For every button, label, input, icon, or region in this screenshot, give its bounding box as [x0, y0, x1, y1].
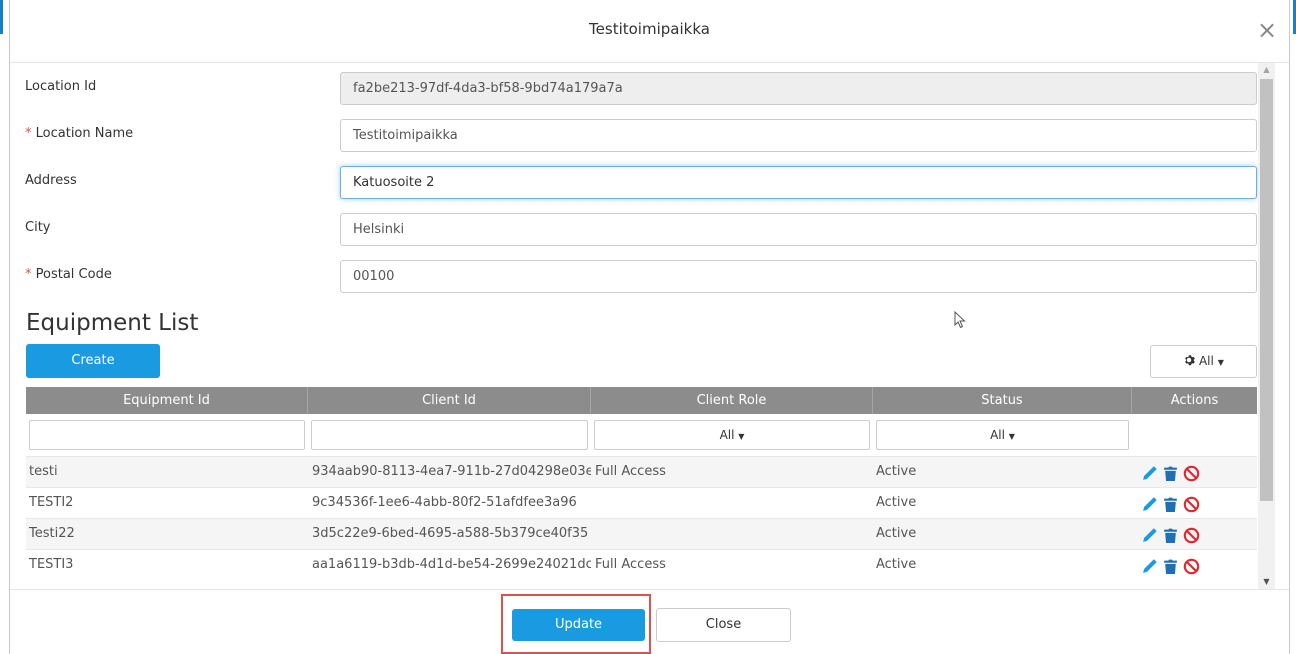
location-name-row: * Location Name Testitoimipaikka	[25, 119, 1257, 153]
table-body: testi 934aab90-8113-4ea7-911b-27d04298e03…	[26, 456, 1257, 580]
create-button[interactable]: Create	[26, 344, 160, 378]
required-mark: *	[25, 267, 32, 282]
client-id-cell: 3d5c22e9-6bed-4695-a588-5b379ce40f35	[312, 526, 589, 541]
client-id-filter[interactable]	[311, 420, 588, 450]
city-label: City	[25, 220, 51, 235]
trash-icon[interactable]	[1162, 495, 1179, 512]
gear-icon	[1185, 355, 1195, 366]
column-header-status[interactable]: Status	[873, 387, 1132, 414]
ban-icon[interactable]	[1183, 526, 1200, 543]
column-header-actions: Actions	[1170, 393, 1219, 408]
table-header: Equipment Id Client Id Client Role Statu…	[26, 387, 1257, 414]
equipment-id-cell: Testi22	[29, 526, 75, 541]
client-role-cell: Full Access	[595, 464, 666, 479]
chevron-down-icon: ▼	[1217, 358, 1224, 367]
postal-code-field[interactable]: 00100	[340, 260, 1257, 293]
pencil-icon[interactable]	[1141, 495, 1158, 512]
postal-code-label: * Postal Code	[25, 267, 112, 282]
status-cell: Active	[876, 526, 917, 541]
equipment-list-title: Equipment List	[26, 310, 199, 336]
columns-toggle-button[interactable]: All ▼	[1150, 345, 1257, 378]
table-row[interactable]: Testi22 3d5c22e9-6bed-4695-a588-5b379ce40…	[26, 518, 1257, 549]
client-id-cell: 9c34536f-1ee6-4abb-80f2-51afdfee3a96	[312, 495, 577, 510]
modal-title: Testitoimipaikka	[589, 20, 710, 38]
city-field[interactable]: Helsinki	[340, 213, 1257, 246]
client-id-cell: aa1a6119-b3db-4d1d-be54-2699e24021dc	[312, 557, 591, 572]
scroll-down-icon[interactable]: ▼	[1258, 575, 1275, 589]
postal-code-label-text: Postal Code	[35, 267, 112, 282]
ban-icon[interactable]	[1183, 464, 1200, 481]
scrollbar-thumb[interactable]	[1260, 79, 1273, 501]
city-row: City Helsinki	[25, 213, 1257, 247]
status-filter[interactable]: All ▼	[876, 420, 1129, 450]
close-button[interactable]: Close	[656, 608, 791, 642]
table-row[interactable]: testi 934aab90-8113-4ea7-911b-27d04298e03…	[26, 456, 1257, 487]
equipment-id-cell: TESTI3	[29, 557, 74, 572]
location-id-label: Location Id	[25, 79, 97, 94]
background-page-edge-right	[1289, 0, 1296, 654]
equipment-table: Equipment Id Client Id Client Role Statu…	[26, 387, 1257, 580]
column-header-equipment-id[interactable]: Equipment Id	[26, 387, 308, 414]
trash-icon[interactable]	[1162, 557, 1179, 574]
status-cell: Active	[876, 464, 917, 479]
address-field[interactable]: Katuosoite 2	[340, 166, 1257, 199]
status-cell: Active	[876, 495, 917, 510]
update-button[interactable]: Update	[512, 609, 645, 641]
status-filter-value: All	[990, 428, 1005, 442]
trash-icon[interactable]	[1162, 526, 1179, 543]
scroll-up-icon[interactable]: ▲	[1258, 63, 1275, 77]
pencil-icon[interactable]	[1141, 557, 1158, 574]
row-actions	[1132, 519, 1257, 549]
ban-icon[interactable]	[1183, 557, 1200, 574]
client-id-cell: 934aab90-8113-4ea7-911b-27d04298e03e	[312, 464, 591, 479]
client-role-cell	[591, 519, 873, 549]
address-label: Address	[25, 173, 77, 188]
equipment-id-cell: TESTI2	[29, 495, 74, 510]
modal-header: Testitoimipaikka ×	[10, 0, 1289, 63]
required-mark: *	[25, 126, 32, 141]
table-row[interactable]: TESTI2 9c34536f-1ee6-4abb-80f2-51afdfee3a…	[26, 487, 1257, 518]
location-name-field[interactable]: Testitoimipaikka	[340, 119, 1257, 152]
client-role-filter-value: All	[719, 428, 735, 442]
location-id-row: Location Id fa2be213-97df-4da3-bf58-9bd7…	[25, 72, 1257, 106]
mouse-cursor-icon	[954, 311, 966, 329]
location-modal: Testitoimipaikka × Location Id fa2be213-…	[10, 0, 1289, 654]
chevron-down-icon: ▼	[1008, 432, 1015, 441]
close-icon[interactable]: ×	[1255, 16, 1279, 44]
vertical-scrollbar[interactable]: ▲ ▼	[1258, 63, 1275, 589]
client-role-cell: Full Access	[595, 557, 666, 572]
trash-icon[interactable]	[1162, 464, 1179, 481]
location-name-label-text: Location Name	[35, 126, 134, 141]
row-actions	[1132, 550, 1257, 580]
location-name-label: * Location Name	[25, 126, 133, 141]
chevron-down-icon: ▼	[738, 432, 745, 441]
address-row: Address Katuosoite 2	[25, 166, 1257, 200]
column-header-client-role[interactable]: Client Role	[591, 387, 873, 414]
column-header-client-id[interactable]: Client Id	[308, 387, 591, 414]
row-actions	[1132, 488, 1257, 518]
postal-code-row: * Postal Code 00100	[25, 260, 1257, 294]
modal-body: Location Id fa2be213-97df-4da3-bf58-9bd7…	[10, 63, 1289, 589]
table-row[interactable]: TESTI3 aa1a6119-b3db-4d1d-be54-2699e24021…	[26, 549, 1257, 580]
client-role-cell	[591, 488, 873, 518]
client-role-filter[interactable]: All ▼	[594, 420, 870, 450]
columns-toggle-label: All	[1198, 354, 1214, 368]
equipment-id-cell: testi	[29, 464, 58, 479]
equipment-id-filter[interactable]	[29, 420, 305, 450]
location-id-field: fa2be213-97df-4da3-bf58-9bd74a179a7a	[340, 72, 1257, 105]
background-page-edge-left	[0, 0, 10, 654]
ban-icon[interactable]	[1183, 495, 1200, 512]
modal-footer: Update Close	[10, 589, 1289, 654]
pencil-icon[interactable]	[1141, 464, 1158, 481]
filter-row: All ▼ All ▼	[26, 414, 1257, 456]
status-cell: Active	[876, 557, 917, 572]
pencil-icon[interactable]	[1141, 526, 1158, 543]
row-actions	[1132, 457, 1257, 487]
